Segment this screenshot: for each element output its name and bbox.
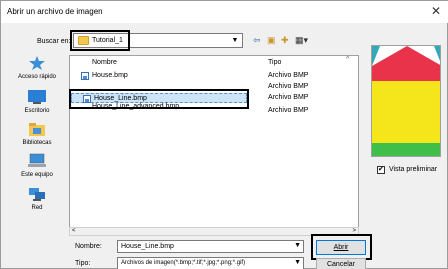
file-type: Archivo BMP [268,94,309,101]
star-icon [29,56,45,70]
file-name: House.bmp [92,72,128,79]
place-label: Red [31,205,43,211]
open-button-highlight [311,234,372,260]
new-folder-icon[interactable]: ✚ [281,35,289,46]
up-folder-icon[interactable]: ▣ [267,35,276,46]
chevron-down-icon[interactable]: ▼ [230,36,240,46]
filetype-value: Archivos de imagen(*.bmp;*.tif;*.jpg;*.p… [121,260,246,266]
preview-label: Vista preliminar [389,166,438,173]
place-quick-access[interactable]: Acceso rápido [9,55,65,80]
selected-file-highlight [69,89,249,109]
scroll-left-icon[interactable]: < [72,228,76,234]
place-libraries[interactable]: Bibliotecas [9,121,65,146]
filetype-label: Tipo: [75,260,91,267]
cancel-button[interactable]: Cancelar [316,258,366,269]
computer-icon [28,153,46,167]
place-label: Bibliotecas [22,140,52,146]
place-network[interactable]: Red [9,186,65,211]
places-bar: Acceso rápido Escritorio Bibliotecas Est… [9,55,65,225]
title-bar: Abrir un archivo de imagen ✕ [1,1,448,23]
file-type: Archivo BMP [268,83,309,90]
chevron-down-icon[interactable]: ▼ [294,242,301,249]
close-icon[interactable]: ✕ [431,4,441,18]
lookin-label: Buscar en: [37,38,71,45]
bmp-file-icon [81,72,89,80]
dialog-title: Abrir un archivo de imagen [7,7,103,16]
file-type: Archivo BMP [268,72,309,79]
library-icon [29,123,45,136]
column-header-type[interactable]: Tipo [268,59,281,66]
lookin-highlight [70,30,130,51]
file-type: Archivo BMP [268,107,309,114]
back-arrow-icon[interactable]: ⇦ [253,35,261,46]
place-label: Acceso rápido [17,74,57,80]
place-label: Este equipo [21,172,53,178]
place-desktop[interactable]: Escritorio [9,89,65,114]
file-list[interactable]: Nombre Tipo House.bmp Archivo BMP Archiv… [69,55,359,233]
preview-checkbox[interactable] [377,165,385,174]
chevron-down-icon[interactable]: ▼ [294,259,301,266]
filename-field[interactable]: House_Line.bmp ▼ [117,240,304,253]
network-icon [29,188,45,201]
filename-label: Nombre: [75,243,102,250]
filetype-select[interactable]: Archivos de imagen(*.bmp;*.tif;*.jpg;*.p… [117,257,304,269]
place-this-pc[interactable]: Este equipo [9,153,65,178]
place-label: Escritorio [24,108,50,114]
open-image-dialog: Abrir un archivo de imagen ✕ Buscar en: … [0,0,448,269]
desktop-icon [28,90,46,104]
image-preview [371,45,441,157]
scroll-up-icon[interactable]: ^ [346,56,349,63]
preview-thumbnail [372,46,440,156]
file-row[interactable]: House.bmp Archivo BMP [70,71,358,81]
column-header-name[interactable]: Nombre [92,59,117,66]
filename-value: House_Line.bmp [121,243,174,250]
view-menu-icon[interactable]: ▦▾ [295,35,308,46]
